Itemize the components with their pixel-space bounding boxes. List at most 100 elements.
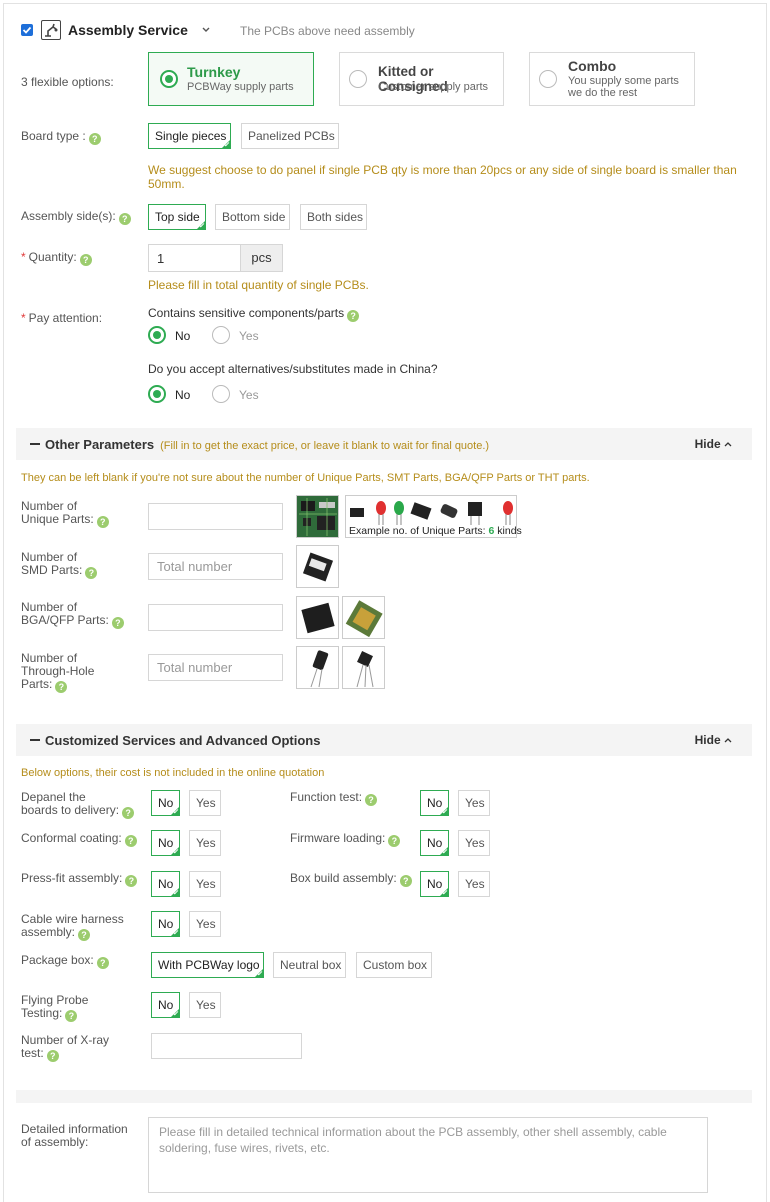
help-icon[interactable]: ?: [78, 929, 91, 941]
sensitive-yes-radio[interactable]: [212, 326, 230, 344]
unique-parts-example: Example no. of Unique Parts: 6 kinds: [345, 495, 522, 538]
firmware-yes[interactable]: Yes: [458, 830, 490, 856]
help-icon[interactable]: ?: [46, 1050, 59, 1062]
flying-probe-no[interactable]: No: [151, 992, 180, 1018]
custom-services-title: Customized Services and Advanced Options: [30, 733, 320, 748]
other-parameters-bar: Other Parameters (Fill in to get the exac…: [16, 428, 752, 460]
radio-kitted[interactable]: [349, 70, 367, 88]
pcb-board-image: [296, 495, 339, 538]
help-icon[interactable]: ?: [96, 516, 109, 528]
sensitive-no-radio[interactable]: [148, 326, 166, 344]
assembly-checkbox[interactable]: [21, 24, 33, 36]
cable-harness-no[interactable]: No: [151, 911, 180, 937]
capacitor-image: [296, 646, 339, 689]
conformal-no[interactable]: No: [151, 830, 180, 856]
options-label: 3 flexible options:: [21, 75, 114, 89]
depanel-label: Depanel the boards to delivery:?: [21, 791, 135, 819]
help-icon[interactable]: ?: [79, 254, 92, 266]
custom-services-hide[interactable]: Hide: [695, 733, 732, 747]
assembly-side-label: Assembly side(s):?: [21, 210, 131, 225]
help-icon[interactable]: ?: [125, 875, 138, 887]
flying-probe-yes[interactable]: Yes: [189, 992, 221, 1018]
section-divider-bar: [16, 1090, 752, 1103]
conformal-yes[interactable]: Yes: [189, 830, 221, 856]
custom-services-hint: Below options, their cost is not include…: [21, 767, 325, 779]
depanel-yes[interactable]: Yes: [189, 790, 221, 816]
board-single-pieces[interactable]: Single pieces: [148, 123, 231, 149]
board-type-note: We suggest choose to do panel if single …: [148, 163, 737, 191]
pressfit-no[interactable]: No: [151, 871, 180, 897]
xray-input[interactable]: [151, 1033, 302, 1059]
quantity-input[interactable]: [148, 244, 241, 272]
quantity-label: * Quantity:?: [21, 251, 92, 266]
firmware-no[interactable]: No: [420, 830, 449, 856]
smd-parts-input[interactable]: [148, 553, 283, 580]
function-test-no[interactable]: No: [420, 790, 449, 816]
custom-services-bar: Customized Services and Advanced Options…: [16, 724, 752, 756]
help-icon[interactable]: ?: [85, 567, 98, 579]
help-icon[interactable]: ?: [88, 133, 101, 145]
pressfit-yes[interactable]: Yes: [189, 871, 221, 897]
bga-chip-image: [296, 596, 339, 639]
option-title: Combo: [568, 58, 617, 74]
tht-parts-label: Number of Through-Hole Parts:?: [21, 651, 95, 693]
assembly-robot-icon: [41, 20, 61, 40]
cable-harness-yes[interactable]: Yes: [189, 911, 221, 937]
side-top[interactable]: Top side: [148, 204, 206, 230]
quantity-note: Please fill in total quantity of single …: [148, 278, 369, 292]
help-icon[interactable]: ?: [388, 835, 401, 847]
chevron-up-icon: [724, 738, 732, 743]
board-type-label: Board type :?: [21, 130, 101, 145]
help-icon[interactable]: ?: [111, 617, 124, 629]
unique-parts-input[interactable]: [148, 503, 283, 530]
help-icon[interactable]: ?: [122, 807, 135, 819]
cable-harness-label: Cable wire harness assembly:?: [21, 912, 124, 941]
option-turnkey[interactable]: Turnkey PCBWay supply parts: [148, 52, 314, 106]
pay-attention-label: * Pay attention:: [21, 311, 103, 325]
unique-parts-label: Number of Unique Parts:?: [21, 500, 109, 528]
board-panelized[interactable]: Panelized PCBs: [241, 123, 339, 149]
package-pcbway-logo[interactable]: With PCBWay logo: [151, 952, 264, 978]
help-icon[interactable]: ?: [118, 213, 131, 225]
side-bottom[interactable]: Bottom side: [215, 204, 290, 230]
package-neutral-box[interactable]: Neutral box: [273, 952, 346, 978]
boxbuild-no[interactable]: No: [420, 871, 449, 897]
boxbuild-yes[interactable]: Yes: [458, 871, 490, 897]
conformal-label: Conformal coating:?: [21, 832, 137, 847]
function-test-yes[interactable]: Yes: [458, 790, 490, 816]
chevron-down-icon[interactable]: [201, 24, 211, 34]
alternatives-yes-label: Yes: [239, 388, 259, 402]
detail-textarea[interactable]: [148, 1117, 708, 1193]
sensitive-no-label: No: [175, 329, 191, 343]
alternatives-question: Do you accept alternatives/substitutes m…: [148, 362, 438, 376]
example-caption: Example no. of Unique Parts: 6 kinds: [349, 525, 522, 537]
option-sub: PCBWay supply parts: [187, 81, 294, 93]
other-parameters-hint: They can be left blank if you're not sur…: [21, 472, 590, 484]
other-parameters-title: Other Parameters (Fill in to get the exac…: [30, 437, 489, 452]
package-custom-box[interactable]: Custom box: [356, 952, 432, 978]
smd-parts-label: Number of SMD Parts:?: [21, 551, 98, 579]
help-icon[interactable]: ?: [96, 957, 109, 969]
tht-parts-input[interactable]: [148, 654, 283, 681]
option-combo[interactable]: Combo You supply some parts we do the re…: [529, 52, 695, 106]
help-icon[interactable]: ?: [365, 794, 378, 806]
assembly-title: Assembly Service: [68, 22, 188, 38]
bga-parts-input[interactable]: [148, 604, 283, 631]
assembly-subtitle: The PCBs above need assembly: [240, 24, 415, 38]
option-kitted[interactable]: Kitted or Consigned Customer supply part…: [339, 52, 504, 106]
help-icon[interactable]: ?: [347, 310, 360, 322]
firmware-label: Firmware loading:?: [290, 832, 401, 847]
alternatives-no-radio[interactable]: [148, 385, 166, 403]
help-icon[interactable]: ?: [399, 875, 412, 887]
help-icon[interactable]: ?: [55, 681, 68, 693]
bga-parts-label: Number of BGA/QFP Parts:?: [21, 601, 124, 629]
help-icon[interactable]: ?: [124, 835, 137, 847]
alternatives-yes-radio[interactable]: [212, 385, 230, 403]
radio-turnkey[interactable]: [160, 70, 178, 88]
radio-combo[interactable]: [539, 70, 557, 88]
other-parameters-hide[interactable]: Hide: [695, 437, 732, 451]
help-icon[interactable]: ?: [65, 1010, 78, 1022]
depanel-no[interactable]: No: [151, 790, 180, 816]
flying-probe-label: Flying Probe Testing:?: [21, 993, 89, 1022]
side-both[interactable]: Both sides: [300, 204, 367, 230]
